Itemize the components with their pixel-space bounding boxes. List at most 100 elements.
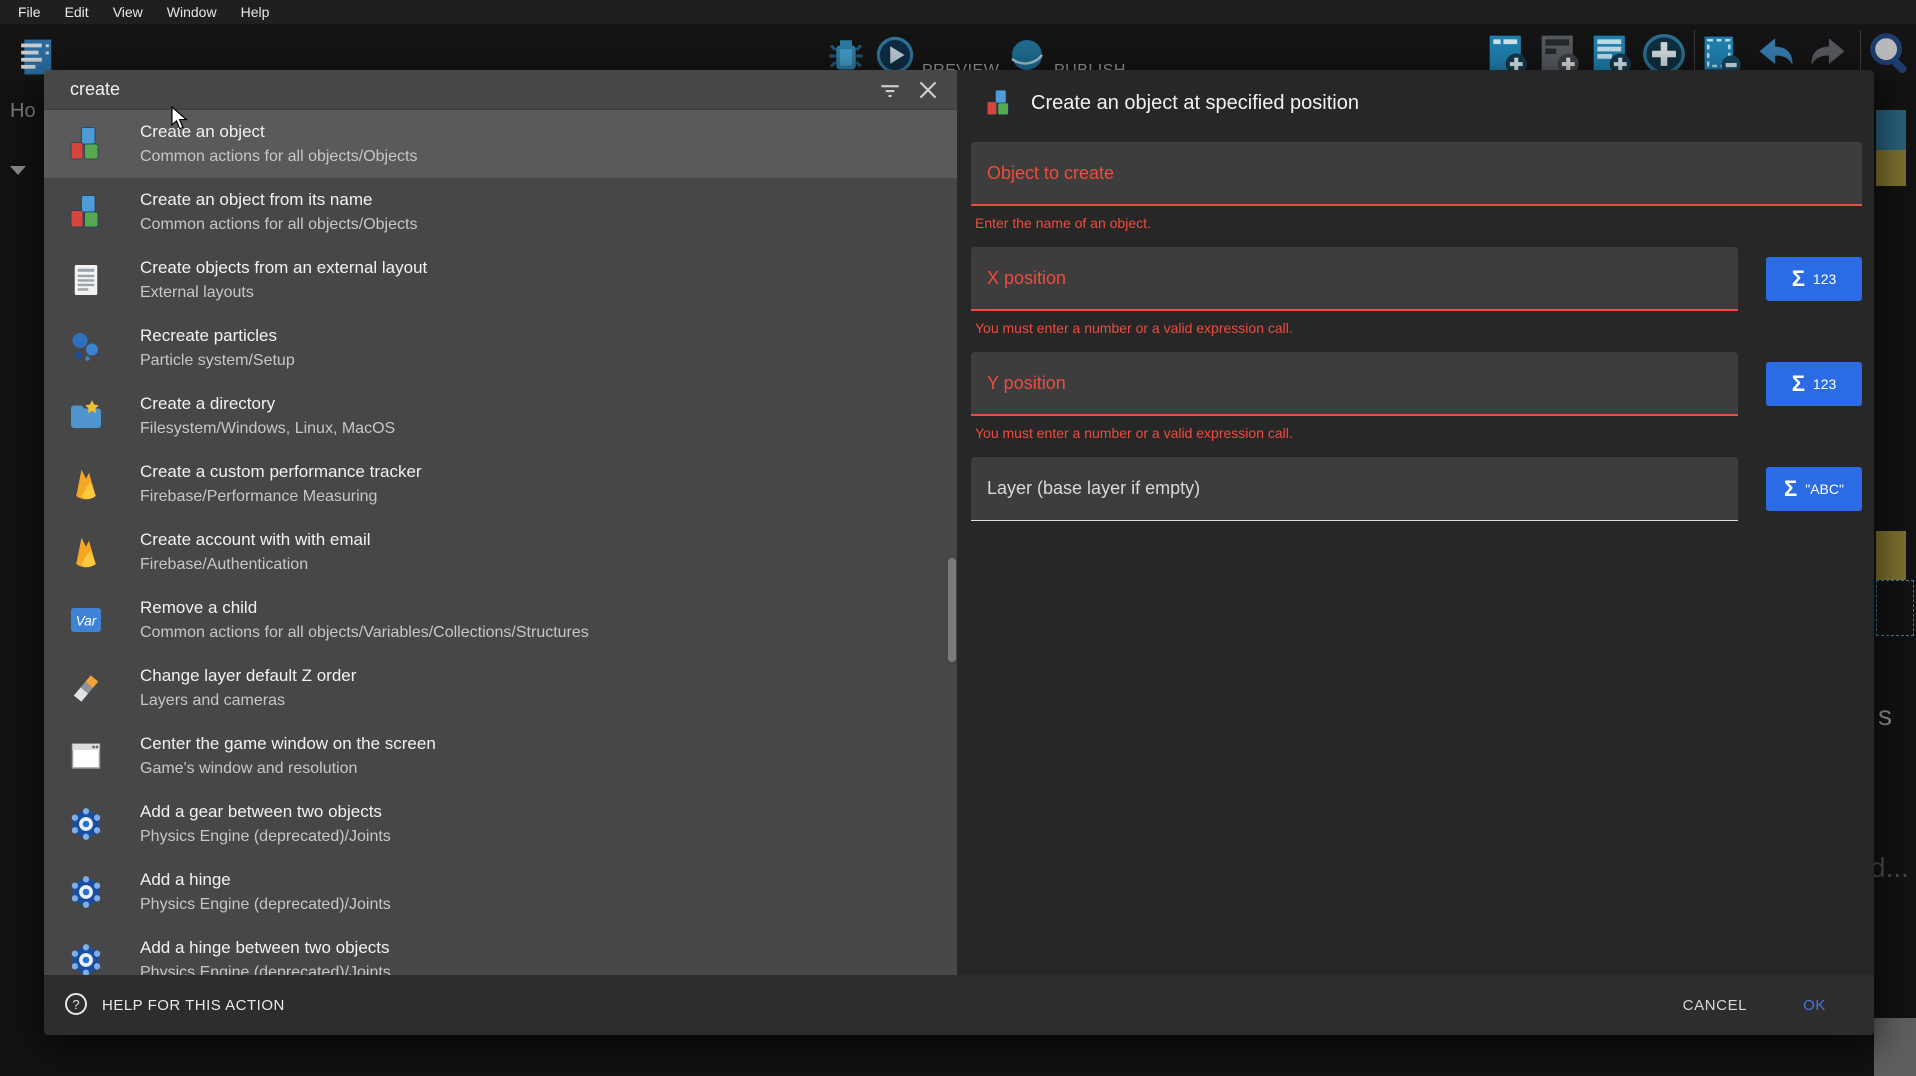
help-for-this-action-button[interactable]: ? HELP FOR THIS ACTION bbox=[64, 992, 285, 1019]
particles-icon bbox=[68, 330, 104, 366]
field-label: Y position bbox=[987, 373, 1066, 394]
field-helper-text: You must enter a number or a valid expre… bbox=[971, 311, 1738, 346]
play-icon[interactable] bbox=[876, 36, 914, 74]
field-label: Object to create bbox=[987, 163, 1114, 184]
layer-field[interactable]: Layer (base layer if empty) bbox=[971, 457, 1738, 521]
objects-icon bbox=[68, 194, 104, 230]
menu-window[interactable]: Window bbox=[157, 2, 227, 22]
action-title: Create an object from its name bbox=[140, 189, 417, 210]
folder-icon bbox=[68, 398, 104, 434]
scrollbar-thumb[interactable] bbox=[948, 558, 956, 662]
physics-icon bbox=[68, 942, 104, 975]
ok-button[interactable]: OK bbox=[1791, 989, 1838, 1022]
list-item-create-account-email[interactable]: Create account with with emailFirebase/A… bbox=[44, 518, 957, 586]
x-position-field[interactable]: X position bbox=[971, 247, 1738, 311]
object-to-create-field[interactable]: Object to create bbox=[971, 142, 1862, 206]
scene-object-olive bbox=[1876, 150, 1906, 186]
field-helper-text: Enter the name of an object. bbox=[971, 206, 1862, 241]
action-subtitle: Filesystem/Windows, Linux, MacOS bbox=[140, 419, 395, 439]
action-subtitle: Firebase/Authentication bbox=[140, 555, 371, 575]
sigma-icon: Σ bbox=[1784, 478, 1797, 500]
action-subtitle: Particle system/Setup bbox=[140, 351, 295, 371]
list-item-change-layer-z-order[interactable]: Change layer default Z order Layers and c… bbox=[44, 654, 957, 722]
list-item-add-hinge[interactable]: Add a hingePhysics Engine (deprecated)/J… bbox=[44, 858, 957, 926]
search-header bbox=[44, 70, 957, 110]
action-subtitle: Common actions for all objects/Variables… bbox=[140, 623, 589, 643]
menu-bar: File Edit View Window Help bbox=[0, 0, 1916, 24]
list-item-create-from-name[interactable]: Create an object from its name Common act… bbox=[44, 178, 957, 246]
chevron-down-icon bbox=[10, 166, 26, 175]
objects-icon bbox=[68, 126, 104, 162]
expression-builder-button[interactable]: Σ 123 bbox=[1766, 257, 1862, 301]
filter-icon[interactable] bbox=[877, 77, 903, 103]
var-icon: Var bbox=[68, 602, 104, 638]
expression-button-label: 123 bbox=[1813, 271, 1836, 287]
list-item-center-game-window[interactable]: Center the game window on the screen Game… bbox=[44, 722, 957, 790]
field-helper-text: You must enter a number or a valid expre… bbox=[971, 416, 1738, 451]
list-item-create-directory[interactable]: Create a directory Filesystem/Windows, Li… bbox=[44, 382, 957, 450]
field-label: Layer (base layer if empty) bbox=[987, 478, 1200, 499]
action-subtitle: Layers and cameras bbox=[140, 691, 356, 711]
globe-icon[interactable] bbox=[1008, 36, 1046, 74]
search-input[interactable] bbox=[68, 78, 865, 101]
close-icon[interactable] bbox=[915, 77, 941, 103]
home-tab-label: Ho bbox=[10, 100, 36, 123]
action-title: Add a gear between two objects bbox=[140, 801, 391, 822]
y-position-field[interactable]: Y position bbox=[971, 352, 1738, 416]
help-button-label: HELP FOR THIS ACTION bbox=[102, 997, 285, 1014]
menu-file[interactable]: File bbox=[8, 2, 51, 22]
list-item-create-an-object[interactable]: Create an objectCommon actions for all o… bbox=[44, 110, 957, 178]
action-title: Center the game window on the screen bbox=[140, 733, 436, 754]
string-expression-builder-button[interactable]: Σ "ABC" bbox=[1766, 467, 1862, 511]
list-item-performance-tracker[interactable]: Create a custom performance tracker Fireb… bbox=[44, 450, 957, 518]
expression-builder-button[interactable]: Σ 123 bbox=[1766, 362, 1862, 406]
firebase-icon bbox=[68, 466, 104, 502]
action-title: Create a directory bbox=[140, 393, 395, 414]
list-item-add-hinge-two-objects[interactable]: Add a hinge between two objects Physics E… bbox=[44, 926, 957, 975]
action-subtitle: External layouts bbox=[140, 283, 427, 303]
scene-panel-corner bbox=[1874, 1018, 1916, 1076]
debug-icon[interactable] bbox=[828, 38, 864, 74]
scene-object-olive bbox=[1876, 531, 1906, 580]
scene-edge-text: s bbox=[1878, 700, 1892, 732]
list-item-recreate-particles[interactable]: Recreate particlesParticle system/Setup bbox=[44, 314, 957, 382]
expression-button-label: "ABC" bbox=[1805, 481, 1844, 497]
sigma-icon: Σ bbox=[1792, 268, 1805, 290]
list-item-add-gear[interactable]: Add a gear between two objectsPhysics En… bbox=[44, 790, 957, 858]
action-subtitle: Physics Engine (deprecated)/Joints bbox=[140, 963, 391, 975]
action-parameters-panel: Create an object at specified position O… bbox=[957, 70, 1874, 975]
page-title: Create an object at specified position bbox=[1031, 92, 1359, 115]
menu-edit[interactable]: Edit bbox=[55, 2, 99, 22]
layout-icon bbox=[68, 262, 104, 298]
editor-header: Create an object at specified position bbox=[957, 70, 1874, 136]
action-title: Create a custom performance tracker bbox=[140, 461, 422, 482]
action-subtitle: Firebase/Performance Measuring bbox=[140, 487, 422, 507]
action-results-list: Create an objectCommon actions for all o… bbox=[44, 110, 957, 975]
action-title: Add a hinge between two objects bbox=[140, 937, 391, 958]
scene-selection-outline bbox=[1876, 580, 1914, 636]
action-subtitle: Common actions for all objects/Objects bbox=[140, 215, 417, 235]
help-icon: ? bbox=[64, 992, 88, 1019]
action-subtitle: Game's window and resolution bbox=[140, 759, 436, 779]
field-label: X position bbox=[987, 268, 1066, 289]
firebase-icon bbox=[68, 534, 104, 570]
zorder-icon bbox=[68, 670, 104, 706]
menu-help[interactable]: Help bbox=[231, 2, 280, 22]
dialog-footer: ? HELP FOR THIS ACTION CANCEL OK bbox=[44, 975, 1874, 1035]
physics-icon bbox=[68, 806, 104, 842]
action-search-panel: Create an objectCommon actions for all o… bbox=[44, 70, 957, 975]
objects-icon bbox=[985, 89, 1013, 117]
action-subtitle: Common actions for all objects/Objects bbox=[140, 147, 417, 167]
cancel-button[interactable]: CANCEL bbox=[1671, 989, 1759, 1022]
action-title: Change layer default Z order bbox=[140, 665, 356, 686]
svg-text:?: ? bbox=[72, 997, 79, 1012]
app-window: File Edit View Window Help PREVIEW PUBLI… bbox=[0, 0, 1916, 1076]
menu-view[interactable]: View bbox=[103, 2, 153, 22]
svg-text:Var: Var bbox=[76, 614, 97, 629]
action-title: Remove a child bbox=[140, 597, 589, 618]
action-title: Create objects from an external layout bbox=[140, 257, 427, 278]
scene-object-blue bbox=[1876, 110, 1906, 150]
list-item-remove-a-child[interactable]: Var Remove a child Common actions for all… bbox=[44, 586, 957, 654]
list-item-create-external-layout[interactable]: Create objects from an external layout Ex… bbox=[44, 246, 957, 314]
physics-icon bbox=[68, 874, 104, 910]
